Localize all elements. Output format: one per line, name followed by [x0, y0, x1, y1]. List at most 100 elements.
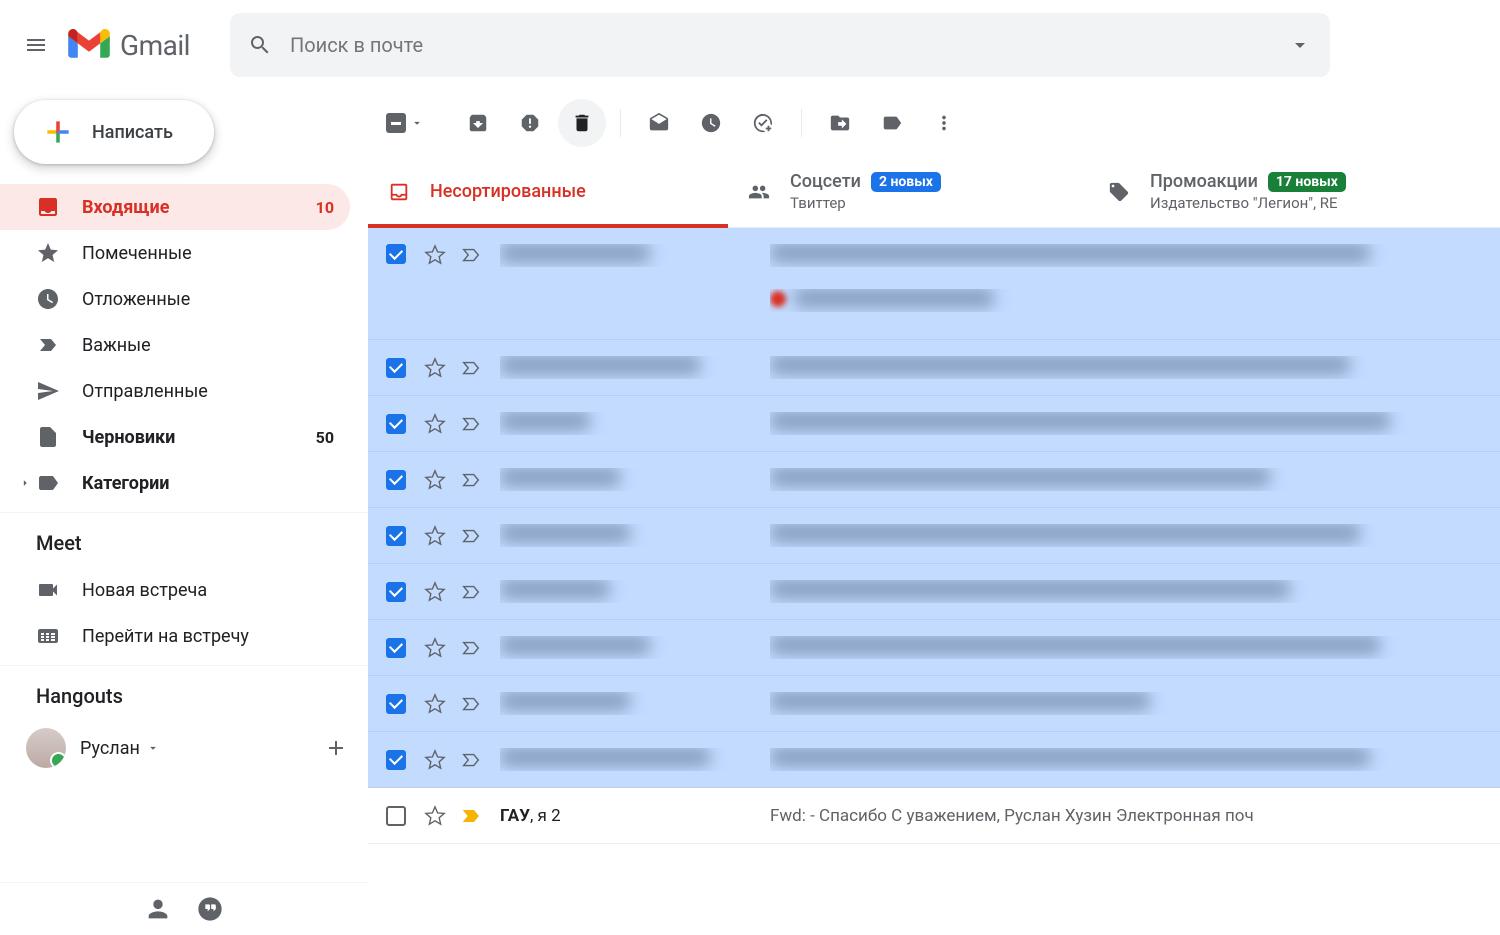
email-row[interactable]: [368, 732, 1500, 788]
important-icon[interactable]: [460, 469, 482, 491]
caret-down-icon[interactable]: [146, 741, 160, 755]
folder-move-icon: [829, 112, 851, 134]
row-checkbox[interactable]: [386, 638, 406, 658]
row-checkbox[interactable]: [386, 414, 406, 434]
sidebar-item-drafts[interactable]: Черновики 50: [0, 414, 350, 460]
delete-button[interactable]: [558, 99, 606, 147]
hamburger-icon: [24, 33, 48, 57]
more-button[interactable]: [920, 99, 968, 147]
compose-button[interactable]: Написать: [14, 100, 214, 164]
toolbar: [368, 90, 1500, 156]
important-icon[interactable]: [460, 357, 482, 379]
inbox-icon: [388, 181, 410, 203]
archive-button[interactable]: [454, 99, 502, 147]
sidebar-item-starred[interactable]: Помеченные: [0, 230, 350, 276]
label-button[interactable]: [868, 99, 916, 147]
select-all-checkbox[interactable]: [386, 113, 424, 133]
star-icon[interactable]: [424, 469, 446, 491]
star-icon[interactable]: [424, 637, 446, 659]
meet-new-meeting[interactable]: Новая встреча: [0, 567, 350, 613]
keyboard-icon: [36, 624, 60, 648]
send-icon: [36, 379, 60, 403]
star-icon[interactable]: [424, 244, 446, 266]
email-row[interactable]: [368, 508, 1500, 564]
hangouts-icon[interactable]: [196, 895, 224, 923]
meet-section-title: Meet: [0, 512, 368, 567]
sidebar-item-important[interactable]: Важные: [0, 322, 350, 368]
important-icon[interactable]: [460, 581, 482, 603]
sidebar-item-snoozed[interactable]: Отложенные: [0, 276, 350, 322]
gmail-logo-icon: [68, 29, 110, 61]
email-row[interactable]: [368, 620, 1500, 676]
star-icon[interactable]: [424, 525, 446, 547]
compose-plus-icon: [42, 116, 74, 148]
chevron-right-icon: [18, 476, 32, 490]
star-icon[interactable]: [424, 805, 446, 827]
star-icon[interactable]: [424, 581, 446, 603]
row-checkbox[interactable]: [386, 244, 406, 264]
search-bar[interactable]: [230, 13, 1330, 77]
spam-icon: [519, 112, 541, 134]
spam-button[interactable]: [506, 99, 554, 147]
row-checkbox[interactable]: [386, 750, 406, 770]
email-row[interactable]: ГАУ, я 2 Fwd: - Спасибо С уважением, Рус…: [368, 788, 1500, 844]
email-row[interactable]: [368, 396, 1500, 452]
email-row[interactable]: [368, 676, 1500, 732]
important-icon[interactable]: [460, 805, 482, 827]
email-row[interactable]: [368, 564, 1500, 620]
row-checkbox[interactable]: [386, 694, 406, 714]
star-icon[interactable]: [424, 749, 446, 771]
label-icon: [36, 471, 60, 495]
search-input[interactable]: [290, 33, 1288, 57]
main-menu-button[interactable]: [12, 21, 60, 69]
email-row[interactable]: [368, 228, 1500, 340]
people-icon: [748, 181, 770, 203]
move-button[interactable]: [816, 99, 864, 147]
add-task-button[interactable]: [739, 99, 787, 147]
row-checkbox[interactable]: [386, 358, 406, 378]
meet-join-meeting[interactable]: Перейти на встречу: [0, 613, 350, 659]
sidebar-item-categories[interactable]: Категории: [0, 460, 350, 506]
gmail-logo[interactable]: Gmail: [68, 29, 190, 62]
search-options-icon[interactable]: [1288, 33, 1312, 57]
tab-promotions[interactable]: Промоакции17 новых Издательство "Легион"…: [1088, 156, 1448, 227]
tab-primary[interactable]: Несортированные: [368, 156, 728, 227]
add-contact-icon[interactable]: [324, 736, 348, 760]
email-row[interactable]: [368, 340, 1500, 396]
important-icon[interactable]: [460, 749, 482, 771]
important-icon[interactable]: [460, 637, 482, 659]
important-icon[interactable]: [460, 693, 482, 715]
star-icon[interactable]: [424, 357, 446, 379]
star-icon: [36, 241, 60, 265]
hangouts-section-title: Hangouts: [0, 665, 368, 720]
gmail-logo-text: Gmail: [120, 29, 190, 62]
email-subject: Fwd: - Спасибо С уважением, Руслан Хузин…: [770, 806, 1482, 826]
snooze-button[interactable]: [687, 99, 735, 147]
person-icon[interactable]: [144, 895, 172, 923]
important-icon[interactable]: [460, 244, 482, 266]
star-icon[interactable]: [424, 413, 446, 435]
clock-icon: [36, 287, 60, 311]
email-list: ГАУ, я 2 Fwd: - Спасибо С уважением, Рус…: [368, 228, 1500, 935]
compose-label: Написать: [92, 122, 173, 143]
row-checkbox[interactable]: [386, 526, 406, 546]
category-tabs: Несортированные Соцсети2 новых Твиттер П…: [368, 156, 1500, 228]
important-icon[interactable]: [460, 525, 482, 547]
hangouts-user[interactable]: Руслан: [0, 720, 368, 776]
add-task-icon: [752, 112, 774, 134]
star-icon[interactable]: [424, 693, 446, 715]
sidebar-item-sent[interactable]: Отправленные: [0, 368, 350, 414]
tab-social[interactable]: Соцсети2 новых Твиттер: [728, 156, 1088, 227]
label-icon: [881, 112, 903, 134]
file-icon: [36, 425, 60, 449]
clock-icon: [700, 112, 722, 134]
email-row[interactable]: [368, 452, 1500, 508]
row-checkbox[interactable]: [386, 470, 406, 490]
sidebar-item-inbox[interactable]: Входящие 10: [0, 184, 350, 230]
row-checkbox[interactable]: [386, 806, 406, 826]
important-icon[interactable]: [460, 413, 482, 435]
mark-read-button[interactable]: [635, 99, 683, 147]
important-icon: [36, 333, 60, 357]
sidebar: Написать Входящие 10 Помеченные Отложенн…: [0, 90, 368, 935]
row-checkbox[interactable]: [386, 582, 406, 602]
